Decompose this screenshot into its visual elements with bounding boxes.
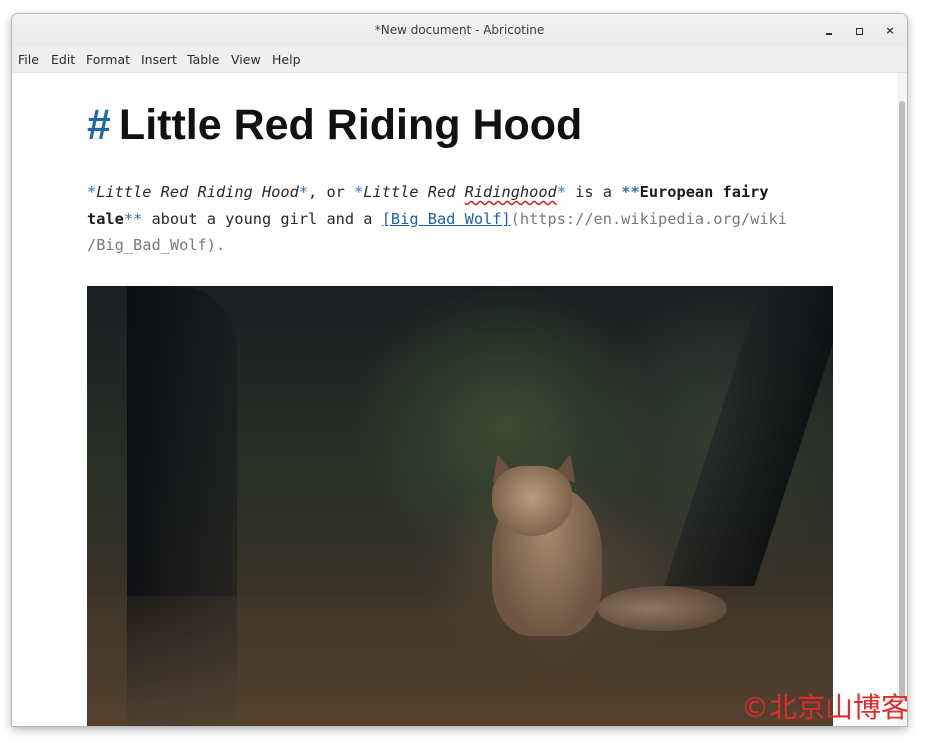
strong-text-b: tale [87,209,124,228]
fox-head [492,466,572,536]
fox-photo [87,286,833,726]
em2-open-marker: * [354,183,364,201]
em2-close-marker: * [556,183,566,201]
menu-file[interactable]: File [18,52,39,67]
heading-text: Little Red Riding Hood [118,101,583,149]
em2: *Little Red Ridinghood* [354,183,566,201]
maximize-button[interactable] [850,22,868,40]
fox-tail [597,586,727,631]
menu-view[interactable]: View [231,52,261,67]
heading-marker: # [87,101,111,149]
strong-text-a: European fairy [639,183,769,201]
menu-insert[interactable]: Insert [141,52,177,67]
close-button[interactable]: × [881,22,899,40]
window-title: *New document - Abricotine [374,23,545,37]
link-url-b: /Big_Bad_Wolf) [87,236,216,254]
text-sep3: about a young girl and a [142,209,382,228]
paragraph-end: . [215,236,226,254]
document-heading[interactable]: # Little Red Riding Hood [87,101,582,150]
misspelled-word[interactable]: Ridinghood [465,183,557,201]
vertical-scrollbar[interactable] [897,73,907,726]
watermark: ©北京山博客 [740,691,909,724]
title-bar[interactable]: *New document - Abricotine × [12,14,907,47]
menu-edit[interactable]: Edit [51,52,75,67]
em2-text-a: Little Red [363,183,465,201]
maximize-icon [855,27,863,35]
menu-help[interactable]: Help [272,52,301,67]
menu-bar: File Edit Format Insert Table View Help [12,47,907,73]
link-url-a: (https://en.wikipedia.org/wiki [510,209,787,228]
strong-close-marker: ** [123,209,143,228]
text-sep1: , or [308,183,355,201]
app-window: *New document - Abricotine × File Edit F… [12,14,907,726]
document-paragraph[interactable]: *Little Red Riding Hood*, or *Little Red… [87,179,807,259]
close-icon: × [885,24,895,37]
minimize-icon [826,33,832,35]
menu-table[interactable]: Table [187,52,219,67]
strong-open-marker: ** [621,183,640,201]
em1: *Little Red Riding Hood* [87,183,308,201]
editor-area[interactable]: # Little Red Riding Hood *Little Red Ridi… [12,73,897,726]
link-text[interactable]: [Big Bad Wolf] [382,210,511,228]
em1-text: Little Red Riding Hood [96,183,299,201]
minimize-button[interactable] [820,22,838,40]
em1-close-marker: * [298,183,309,201]
scrollbar-thumb[interactable] [899,101,905,701]
menu-format[interactable]: Format [86,52,130,67]
text-sep2: is a [565,183,622,201]
em1-open-marker: * [87,183,97,201]
tree-trunk-right [664,286,833,586]
